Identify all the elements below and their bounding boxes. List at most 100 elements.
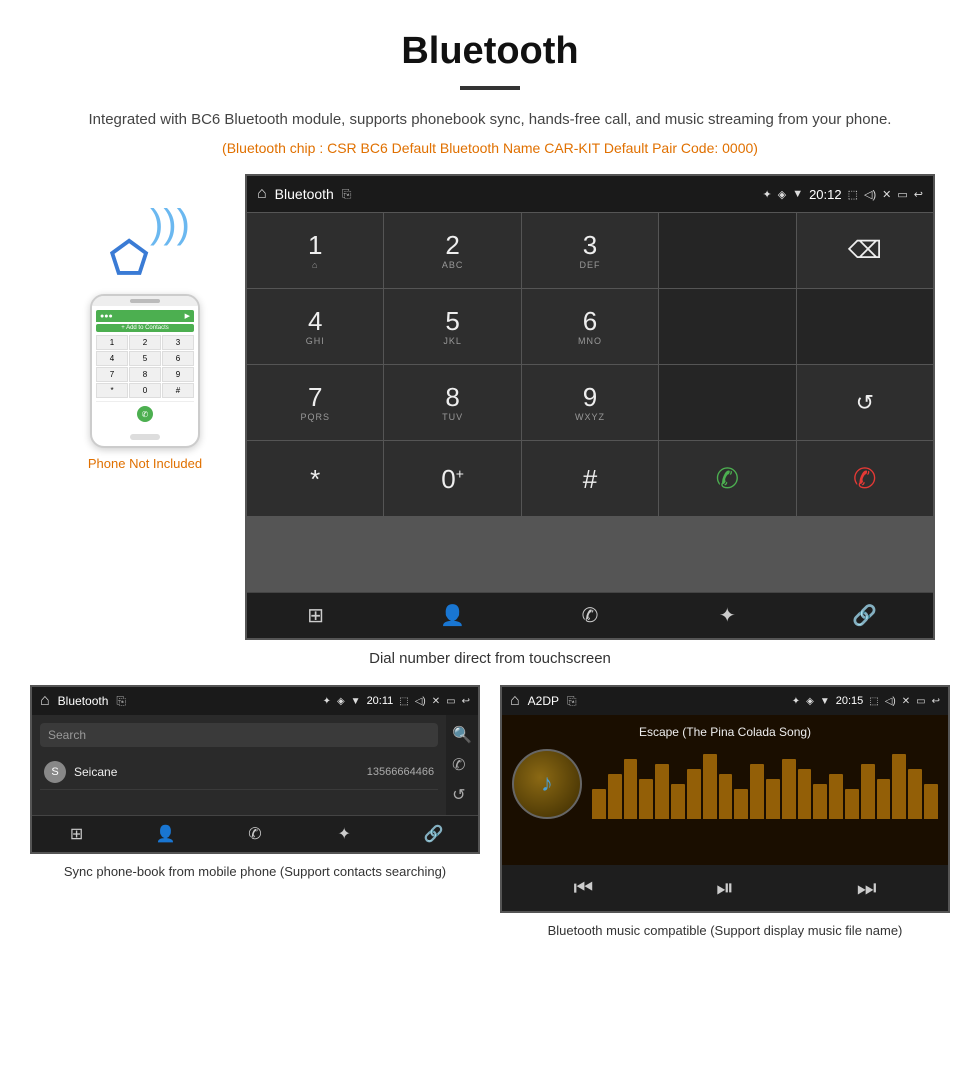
phonebook-caption: Sync phone-book from mobile phone (Suppo… [64,862,446,882]
contact-row[interactable]: S Seicane 13566664466 [40,755,438,790]
car-screen-title: Bluetooth [275,186,334,202]
car-dialpad-screen: ⌂ Bluetooth ⎘ ✦ ◈ ▼ 20:12 ⬚ ◁) ✕ ▭ ↩ 1 ⌂ [245,174,935,640]
contact-name: Seicane [74,765,367,779]
car-nav-phone[interactable]: ✆ [521,593,658,638]
music-caption: Bluetooth music compatible (Support disp… [548,921,903,941]
dial-key-2[interactable]: 2 ABC [384,213,520,288]
refresh-icon[interactable]: ↺ [452,785,472,805]
album-art: ♪ [512,749,582,819]
car-nav-link[interactable]: 🔗 [796,593,933,638]
pb-wifi-icon: ▼ [351,696,361,707]
dial-empty-4 [659,365,795,440]
dial-key-7[interactable]: 7 PQRS [247,365,383,440]
song-title: Escape (The Pina Colada Song) [639,725,811,739]
dial-key-0[interactable]: 0+ [384,441,520,516]
pb-nav-phone[interactable]: ✆ [210,816,299,852]
contact-number: 13566664466 [367,766,434,778]
dial-key-1[interactable]: 1 ⌂ [247,213,383,288]
music-home-icon: ⌂ [510,692,520,710]
next-button[interactable]: ⏭ [857,875,877,901]
pb-vol-icon: ◁) [415,696,426,707]
music-visualizer [592,749,938,819]
car-nav-grid[interactable]: ⊞ [247,593,384,638]
pb-loc-icon: ◈ [337,696,345,707]
phonebook-content: Search S Seicane 13566664466 [32,715,446,815]
car-status-bar: ⌂ Bluetooth ⎘ ✦ ◈ ▼ 20:12 ⬚ ◁) ✕ ▭ ↩ [247,176,933,212]
search-icon[interactable]: 🔍 [452,725,472,745]
bottom-screenshots-row: ⌂ Bluetooth ⎘ ✦ ◈ ▼ 20:11 ⬚ ◁) ✕ ▭ ↩ [30,685,950,941]
dial-refresh-button[interactable]: ↺ [797,365,933,440]
pb-usb-icon: ⎘ [116,694,126,709]
music-controls: ⏮ ⏯ ⏭ [502,865,948,911]
music-close-icon: ✕ [902,696,910,707]
wifi-icon: ▼ [792,188,803,200]
search-bar[interactable]: Search [40,723,438,747]
dial-empty-3 [797,289,933,364]
music-bt-icon: ✦ [792,696,800,707]
dial-key-3[interactable]: 3 DEF [522,213,658,288]
page-title: Bluetooth [0,0,980,78]
phonebook-car-screen: ⌂ Bluetooth ⎘ ✦ ◈ ▼ 20:11 ⬚ ◁) ✕ ▭ ↩ [30,685,480,854]
phone-illustration: ))) ⬠ ●●●▶ + Add to Contacts 1 2 3 4 5 6… [45,174,245,471]
music-vol-icon: ◁) [885,696,896,707]
pb-screen-title: Bluetooth [58,694,109,708]
pb-home-icon: ⌂ [40,692,50,710]
music-window-icon: ▭ [916,696,925,707]
close-icon: ✕ [882,188,891,201]
dial-key-hash[interactable]: # [522,441,658,516]
pb-nav-bluetooth[interactable]: ✦ [300,816,389,852]
car-nav-bluetooth[interactable]: ✦ [659,593,796,638]
music-camera-icon: ⬚ [869,696,878,707]
phone-dialpad: 1 2 3 4 5 6 7 8 9 * 0 # [96,335,194,398]
pb-nav-link[interactable]: 🔗 [389,816,478,852]
prev-button[interactable]: ⏮ [573,875,593,901]
pb-camera-icon: ⬚ [399,696,408,707]
back-icon: ↩ [914,188,923,201]
dial-key-5[interactable]: 5 JKL [384,289,520,364]
music-screen-wrap: ⌂ A2DP ⎘ ✦ ◈ ▼ 20:15 ⬚ ◁) ✕ ▭ ↩ Es [500,685,950,941]
wifi-arc-icon: ))) [150,204,190,244]
volume-icon: ◁) [864,188,876,201]
music-back-icon: ↩ [932,696,940,707]
bluetooth-status-icon: ✦ [763,188,772,201]
phonebook-side-icons: 🔍 ✆ ↺ [446,715,478,815]
pb-close-icon: ✕ [432,696,440,707]
pb-bt-icon: ✦ [323,696,331,707]
pb-window-icon: ▭ [446,696,455,707]
pb-nav-grid[interactable]: ⊞ [32,816,121,852]
dial-call-red-button[interactable]: ✆ [797,441,933,516]
usb-icon: ⎘ [342,187,352,202]
dial-key-4[interactable]: 4 GHI [247,289,383,364]
dial-backspace-button[interactable]: ⌫ [797,213,933,288]
dial-empty-1 [659,213,795,288]
dial-empty-2 [659,289,795,364]
phonebook-screen-wrap: ⌂ Bluetooth ⎘ ✦ ◈ ▼ 20:11 ⬚ ◁) ✕ ▭ ↩ [30,685,480,941]
music-wifi-icon: ▼ [820,696,830,707]
dial-caption: Dial number direct from touchscreen [0,650,980,667]
phonebook-status-bar: ⌂ Bluetooth ⎘ ✦ ◈ ▼ 20:11 ⬚ ◁) ✕ ▭ ↩ [32,687,478,715]
bluetooth-wifi-icon: ))) ⬠ [100,204,190,284]
music-car-screen: ⌂ A2DP ⎘ ✦ ◈ ▼ 20:15 ⬚ ◁) ✕ ▭ ↩ Es [500,685,950,913]
dial-key-8[interactable]: 8 TUV [384,365,520,440]
subtitle-text: Integrated with BC6 Bluetooth module, su… [0,108,980,132]
title-divider [460,86,520,90]
pb-nav-contacts[interactable]: 👤 [121,816,210,852]
dial-key-6[interactable]: 6 MNO [522,289,658,364]
play-pause-button[interactable]: ⏯ [716,875,734,901]
dial-key-9[interactable]: 9 WXYZ [522,365,658,440]
phone-not-included-label: Phone Not Included [88,456,202,471]
dial-call-green-button[interactable]: ✆ [659,441,795,516]
music-usb-icon: ⎘ [567,694,577,709]
car-nav-contacts[interactable]: 👤 [384,593,521,638]
status-time: 20:12 [809,187,842,202]
pb-status-time: 20:11 [367,695,394,707]
phone-icon[interactable]: ✆ [452,755,472,775]
music-content: Escape (The Pina Colada Song) ♪ [502,715,948,865]
dial-key-star[interactable]: * [247,441,383,516]
music-bluetooth-icon: ♪ [541,770,553,798]
dialpad-grid: 1 ⌂ 2 ABC 3 DEF ⌫ 4 GHI 5 JKL [247,212,933,592]
pb-back-icon: ↩ [462,696,470,707]
home-icon: ⌂ [257,185,267,203]
camera-icon: ⬚ [848,188,858,201]
contact-avatar: S [44,761,66,783]
